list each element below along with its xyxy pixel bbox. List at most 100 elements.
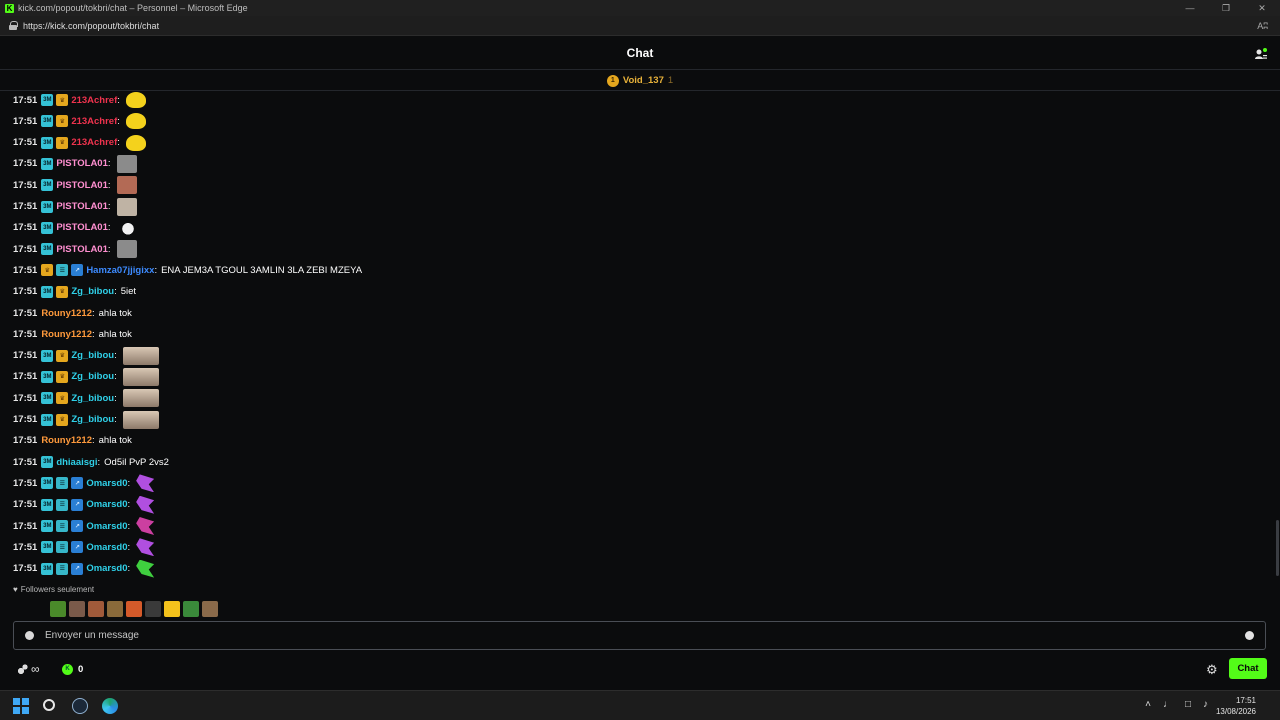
chat-message[interactable]: 17:51 3M PISTOLA01: bbox=[13, 240, 137, 259]
message-username[interactable]: Zg_bibou bbox=[71, 393, 114, 404]
yellow-emote-icon[interactable] bbox=[125, 113, 146, 130]
send-chat-button[interactable]: Chat bbox=[1229, 658, 1267, 679]
message-input-box[interactable] bbox=[13, 621, 1266, 650]
chat-message[interactable]: 17:51 3M ♛ Zg_bibou: bbox=[13, 346, 159, 365]
face-light-emote-icon[interactable] bbox=[116, 197, 137, 216]
chat-message[interactable]: 17:51 3M PISTOLA01: bbox=[13, 154, 137, 173]
sub-badge-icon[interactable]: 3M bbox=[41, 456, 54, 469]
chat-message[interactable]: 17:51 3M ☰ ↗ Omarsd0: bbox=[13, 495, 155, 514]
recent-emotes-strip[interactable] bbox=[50, 600, 218, 617]
message-username[interactable]: PISTOLA01 bbox=[56, 201, 108, 212]
sub-badge-icon[interactable]: 3M bbox=[41, 562, 54, 575]
url-text[interactable]: https://kick.com/popout/tokbri/chat bbox=[23, 21, 159, 31]
message-input[interactable] bbox=[45, 630, 1245, 641]
coffee-emote-icon[interactable] bbox=[122, 346, 159, 365]
sub-badge-icon[interactable]: 3M bbox=[41, 243, 54, 256]
purple-emote-icon[interactable] bbox=[136, 474, 155, 493]
pinned-user-bar[interactable]: 1 Void_137 1 bbox=[0, 71, 1280, 91]
purple-emote-icon[interactable] bbox=[136, 538, 155, 557]
steam-icon[interactable] bbox=[72, 698, 88, 714]
chat-message[interactable]: 17:51 Rouny1212: ahla tok bbox=[13, 325, 132, 343]
og-badge-icon[interactable]: ☰ bbox=[56, 541, 69, 554]
message-username[interactable]: dhiaaisgi bbox=[56, 457, 97, 468]
sub-badge-icon[interactable]: 3M bbox=[41, 349, 54, 362]
chat-message[interactable]: 17:51 3M PISTOLA01: bbox=[13, 176, 137, 195]
sub-badge-icon[interactable]: 3M bbox=[41, 94, 54, 106]
recent-emote-icon[interactable] bbox=[126, 600, 142, 617]
recent-emote-icon[interactable] bbox=[107, 600, 123, 617]
recent-emote-icon[interactable] bbox=[164, 600, 180, 617]
message-username[interactable]: Zg_bibou bbox=[71, 286, 114, 297]
tray-icon[interactable]: ♩ bbox=[1163, 699, 1173, 710]
windows-start-icon[interactable] bbox=[13, 698, 29, 714]
chat-message[interactable]: 17:51 3M ♛ Zg_bibou: bbox=[13, 410, 159, 429]
address-bar[interactable]: https://kick.com/popout/tokbri/chat Aʭ bbox=[0, 16, 1280, 36]
crown-badge-icon[interactable]: ♛ bbox=[56, 136, 69, 149]
message-username[interactable]: Omarsd0 bbox=[86, 499, 127, 510]
og-badge-icon[interactable]: ☰ bbox=[56, 498, 69, 511]
sub-badge-icon[interactable]: 3M bbox=[41, 200, 54, 213]
sub-badge-icon[interactable]: 3M bbox=[41, 392, 54, 405]
chat-message[interactable]: 17:51 3M ♛ 213Achref: bbox=[13, 134, 146, 152]
system-tray[interactable]: ˄ ♩ □ ♪ bbox=[1145, 699, 1208, 710]
kick-points[interactable]: K 0 bbox=[62, 663, 83, 675]
vip-badge-icon[interactable]: ↗ bbox=[71, 562, 84, 575]
message-username[interactable]: Omarsd0 bbox=[86, 478, 127, 489]
message-username[interactable]: Omarsd0 bbox=[86, 563, 127, 574]
pinned-username[interactable]: Void_137 bbox=[623, 75, 664, 86]
sub-badge-icon[interactable]: 3M bbox=[41, 370, 54, 383]
og-badge-icon[interactable]: ☰ bbox=[56, 264, 69, 277]
tray-icon[interactable]: ˄ bbox=[1145, 699, 1151, 710]
chat-message[interactable]: 17:51 Rouny1212: ahla tok bbox=[13, 432, 132, 450]
message-username[interactable]: Rouny1212 bbox=[41, 435, 92, 446]
restore-button[interactable]: ❐ bbox=[1208, 0, 1244, 16]
crown-badge-icon[interactable]: ♛ bbox=[56, 370, 69, 383]
channel-points-infinite[interactable]: ∞ bbox=[18, 662, 40, 676]
read-aloud-icon[interactable]: Aʭ bbox=[1257, 21, 1268, 31]
vip-badge-icon[interactable]: ↗ bbox=[71, 477, 84, 490]
crown-badge-icon[interactable]: ♛ bbox=[56, 115, 69, 128]
chat-message[interactable]: 17:51 3M PISTOLA01: bbox=[13, 197, 137, 216]
message-username[interactable]: Hamza07jjigixx bbox=[86, 265, 154, 276]
message-username[interactable]: PISTOLA01 bbox=[56, 158, 108, 169]
coffee-emote-icon[interactable] bbox=[122, 410, 159, 429]
message-username[interactable]: Rouny1212 bbox=[41, 329, 92, 340]
minimize-button[interactable]: — bbox=[1172, 0, 1208, 16]
sub-badge-icon[interactable]: 3M bbox=[41, 115, 54, 128]
message-username[interactable]: PISTOLA01 bbox=[56, 180, 108, 191]
chat-message[interactable]: 17:51 3M PISTOLA01: bbox=[13, 219, 137, 237]
sub-badge-icon[interactable]: 3M bbox=[41, 413, 54, 426]
crown-badge-icon[interactable]: ♛ bbox=[41, 264, 54, 277]
sub-badge-icon[interactable]: 3M bbox=[41, 179, 54, 192]
recent-emote-icon[interactable] bbox=[183, 600, 199, 617]
message-username[interactable]: Zg_bibou bbox=[71, 350, 114, 361]
message-username[interactable]: Zg_bibou bbox=[71, 414, 114, 425]
chat-message[interactable]: 17:51 3M ♛ Zg_bibou: bbox=[13, 389, 159, 408]
message-username[interactable]: Omarsd0 bbox=[86, 521, 127, 532]
chat-messages[interactable]: 17:51 3M ♛ 213Achref: 17:51 3M ♛ 213Achref: 17:5… bbox=[0, 91, 1270, 581]
sub-badge-icon[interactable]: 3M bbox=[41, 157, 54, 170]
crown-badge-icon[interactable]: ♛ bbox=[56, 285, 69, 298]
chat-message[interactable]: 17:51 3M ♛ Zg_bibou:5iet bbox=[13, 283, 136, 301]
chat-message[interactable]: 17:51 3M ♛ 213Achref: bbox=[13, 91, 146, 109]
sub-badge-icon[interactable]: 3M bbox=[41, 136, 54, 149]
face-red-emote-icon[interactable] bbox=[116, 176, 137, 195]
message-username[interactable]: 213Achref bbox=[71, 116, 117, 127]
close-button[interactable]: ✕ bbox=[1244, 0, 1280, 16]
chat-rules-icon[interactable] bbox=[25, 631, 34, 640]
settings-gear-icon[interactable]: ⚙ bbox=[1206, 662, 1218, 678]
chat-message[interactable]: 17:51 3M ☰ ↗ Omarsd0: bbox=[13, 559, 155, 578]
og-badge-icon[interactable]: ☰ bbox=[56, 520, 69, 532]
crown-badge-icon[interactable]: ♛ bbox=[56, 94, 69, 106]
sub-badge-icon[interactable]: 3M bbox=[41, 477, 54, 490]
message-username[interactable]: PISTOLA01 bbox=[56, 222, 108, 233]
duck-emote-icon[interactable] bbox=[116, 219, 137, 236]
chat-scrollbar[interactable] bbox=[1276, 520, 1279, 576]
vip-badge-icon[interactable]: ↗ bbox=[71, 498, 84, 511]
coffee-emote-icon[interactable] bbox=[122, 389, 159, 408]
chat-message[interactable]: 17:51 3M ♛ Zg_bibou: bbox=[13, 367, 159, 386]
face-emote-icon[interactable] bbox=[116, 240, 137, 259]
sub-badge-icon[interactable]: 3M bbox=[41, 221, 54, 234]
tray-icon[interactable]: □ bbox=[1185, 699, 1191, 710]
search-icon[interactable] bbox=[43, 699, 55, 711]
